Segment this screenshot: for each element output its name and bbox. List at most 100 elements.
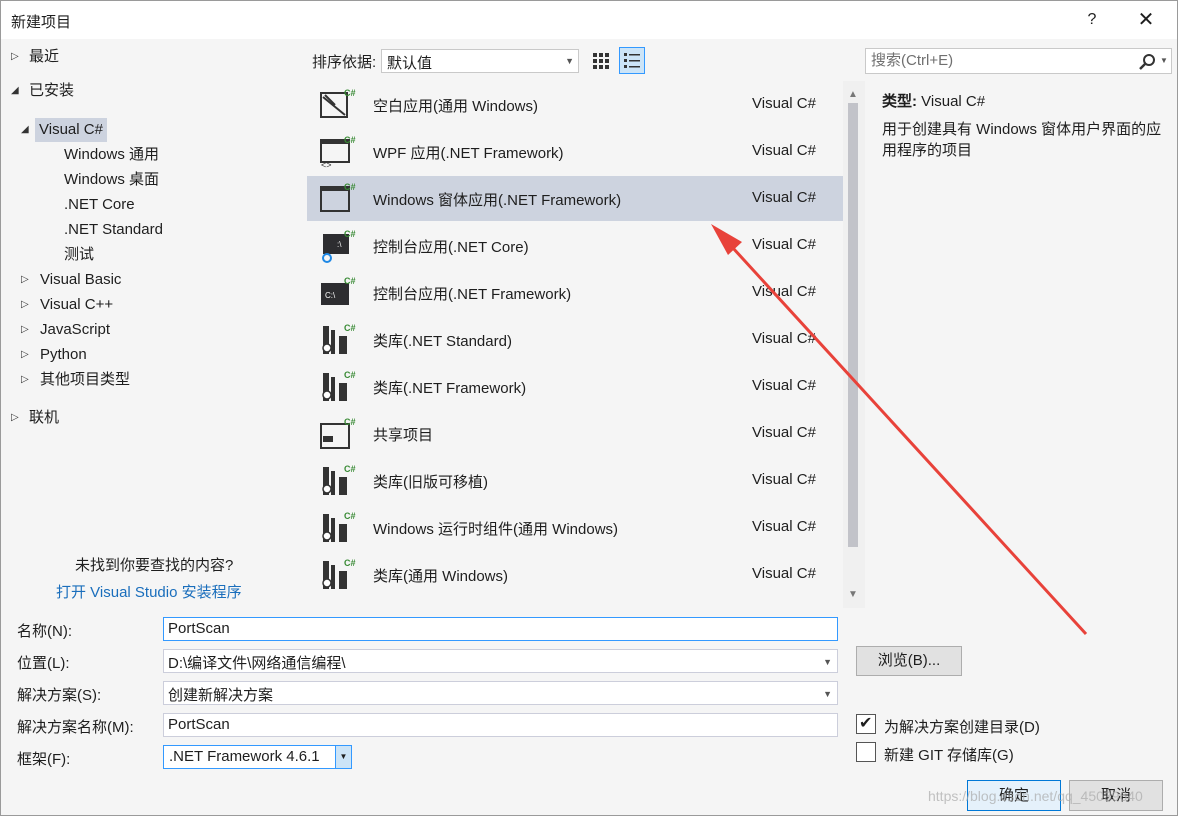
solution-name-field[interactable]: PortScan (163, 713, 838, 737)
tree-node-label: Visual Basic (40, 271, 122, 288)
tree-node-label: Python (40, 346, 87, 363)
sort-dropdown[interactable]: 默认值 ▼ (381, 49, 579, 73)
tree-node-net-standard[interactable]: .NET Standard (64, 218, 163, 242)
search-icon[interactable] (1138, 53, 1156, 71)
new-git-repo-checkbox[interactable] (856, 742, 876, 762)
class-library-icon: C# (317, 557, 356, 593)
tree-node-label: 测试 (64, 246, 95, 263)
close-button[interactable]: ✕ (1123, 3, 1169, 37)
wpf-app-icon: <> C# (317, 134, 356, 170)
svg-text:C#: C# (344, 229, 356, 239)
chevron-down-icon[interactable]: ▼ (823, 689, 832, 699)
template-language: Visual C# (752, 283, 816, 300)
svg-text:C#: C# (344, 135, 356, 145)
template-name: 共享项目 (373, 427, 434, 444)
expand-arrow-icon[interactable]: ▷ (21, 293, 35, 317)
search-input[interactable] (871, 52, 1121, 69)
expand-arrow-icon[interactable]: ▷ (21, 318, 35, 342)
template-row[interactable]: C# 类库(.NET Framework) Visual C# (307, 364, 843, 409)
svg-text:C#: C# (344, 511, 356, 521)
template-row[interactable]: C# Windows 运行时组件(通用 Windows) Visual C# (307, 505, 843, 550)
template-row[interactable]: C# 类库(通用 Windows) Visual C# (307, 552, 843, 597)
project-name-field[interactable]: PortScan (163, 617, 838, 641)
tree-node-label: Windows 桌面 (64, 171, 160, 188)
template-language: Visual C# (752, 236, 816, 253)
tree-node-label: 已安装 (29, 82, 75, 99)
open-installer-link[interactable]: 打开 Visual Studio 安装程序 (56, 581, 242, 602)
class-library-icon: C# (317, 463, 356, 499)
framework-dropdown[interactable]: .NET Framework 4.6.1 ▼ (163, 745, 352, 769)
browse-button[interactable]: 浏览(B)... (856, 646, 962, 676)
location-field[interactable]: D:\编译文件\网络通信编程\ ▼ (163, 649, 838, 673)
cancel-button[interactable]: 取消 (1069, 780, 1163, 811)
list-view-button[interactable] (619, 47, 645, 74)
sort-label: 排序依据: (312, 54, 377, 71)
template-list-scrollbar[interactable]: ▲ ▼ (843, 81, 865, 608)
template-search-box[interactable]: ▼ (865, 48, 1172, 74)
tree-node-windows-desktop[interactable]: Windows 桌面 (64, 168, 159, 192)
expand-arrow-icon[interactable]: ▷ (21, 268, 35, 292)
template-row[interactable]: C# Windows 窗体应用(.NET Framework) Visual C# (307, 176, 843, 221)
svg-text::\: :\ (337, 240, 342, 249)
template-row[interactable]: C# 类库(旧版可移植) Visual C# (307, 458, 843, 503)
expand-arrow-icon[interactable]: ▷ (11, 406, 25, 430)
chevron-down-icon[interactable]: ▼ (823, 657, 832, 667)
template-language: Visual C# (752, 424, 816, 441)
template-category-tree: ▷ 最近 ◢ 已安装 ◢ Visual C# Windows 通用 Window… (1, 39, 301, 609)
svg-text:C#: C# (344, 182, 356, 192)
tree-node-net-core[interactable]: .NET Core (64, 193, 135, 217)
tree-node-visual-csharp[interactable]: Visual C# (35, 118, 107, 142)
new-git-repo-label[interactable]: 新建 GIT 存储库(G) (884, 744, 1014, 765)
tree-node-label: 最近 (29, 48, 60, 65)
template-row[interactable]: C# 空白应用(通用 Windows) Visual C# (307, 82, 843, 127)
chevron-down-icon[interactable]: ▼ (335, 746, 351, 768)
scroll-up-icon[interactable]: ▲ (848, 89, 858, 100)
solution-dropdown[interactable]: 创建新解决方案 ▼ (163, 681, 838, 705)
blank-app-icon: C# (317, 87, 356, 123)
scroll-down-icon[interactable]: ▼ (848, 589, 858, 600)
expand-arrow-icon[interactable]: ▷ (21, 368, 35, 392)
template-name: Windows 窗体应用(.NET Framework) (373, 192, 622, 209)
template-name: 空白应用(通用 Windows) (373, 98, 539, 115)
template-row[interactable]: <> C# WPF 应用(.NET Framework) Visual C# (307, 129, 843, 174)
svg-text:C#: C# (344, 370, 356, 380)
template-row[interactable]: :\ C# 控制台应用(.NET Core) Visual C# (307, 223, 843, 268)
tree-node-test[interactable]: 测试 (64, 243, 94, 267)
svg-text:C#: C# (344, 558, 356, 568)
create-directory-checkbox[interactable]: ✔ (856, 714, 876, 734)
tree-node-label: Visual C++ (40, 296, 114, 313)
grid-view-button[interactable] (590, 49, 612, 73)
template-name: 类库(.NET Standard) (373, 333, 512, 350)
console-framework-icon: C:\ C# (317, 275, 356, 311)
not-found-hint: 未找到你要查找的内容? (75, 557, 234, 574)
scrollbar-thumb[interactable] (848, 103, 858, 547)
template-row[interactable]: C# 类库(.NET Standard) Visual C# (307, 317, 843, 362)
chevron-down-icon[interactable]: ▼ (1160, 56, 1168, 65)
tree-node-label: JavaScript (40, 321, 111, 338)
tree-node-label: .NET Core (64, 196, 135, 213)
template-name: 类库(旧版可移植) (373, 474, 488, 491)
template-language: Visual C# (752, 565, 816, 582)
template-language: Visual C# (752, 142, 816, 159)
solution-name-value: PortScan (168, 716, 230, 733)
svg-text:C#: C# (344, 88, 356, 98)
create-directory-label[interactable]: 为解决方案创建目录(D) (884, 716, 1040, 737)
template-name: 类库(.NET Framework) (373, 380, 527, 397)
help-button[interactable]: ? (1069, 3, 1115, 37)
solution-name-label: 解决方案名称(M): (17, 719, 134, 736)
svg-text:C#: C# (344, 464, 356, 474)
template-name: WPF 应用(.NET Framework) (373, 145, 564, 162)
expand-arrow-icon[interactable]: ▷ (21, 343, 35, 367)
framework-value: .NET Framework 4.6.1 (169, 748, 320, 765)
template-language: Visual C# (752, 471, 816, 488)
template-row[interactable]: C:\ C# 控制台应用(.NET Framework) Visual C# (307, 270, 843, 315)
class-library-icon: C# (317, 322, 356, 358)
tree-node-windows-universal[interactable]: Windows 通用 (64, 143, 159, 167)
tree-node-label: 其他项目类型 (40, 371, 131, 388)
name-label: 名称(N): (17, 623, 72, 640)
ok-button[interactable]: 确定 (967, 780, 1061, 811)
template-list: C# 空白应用(通用 Windows) Visual C# <> C# WPF 应用(.N… (307, 81, 866, 608)
expand-arrow-icon[interactable]: ▷ (11, 45, 25, 69)
collapse-arrow-icon[interactable]: ◢ (11, 79, 25, 103)
template-row[interactable]: C# 共享项目 Visual C# (307, 411, 843, 456)
